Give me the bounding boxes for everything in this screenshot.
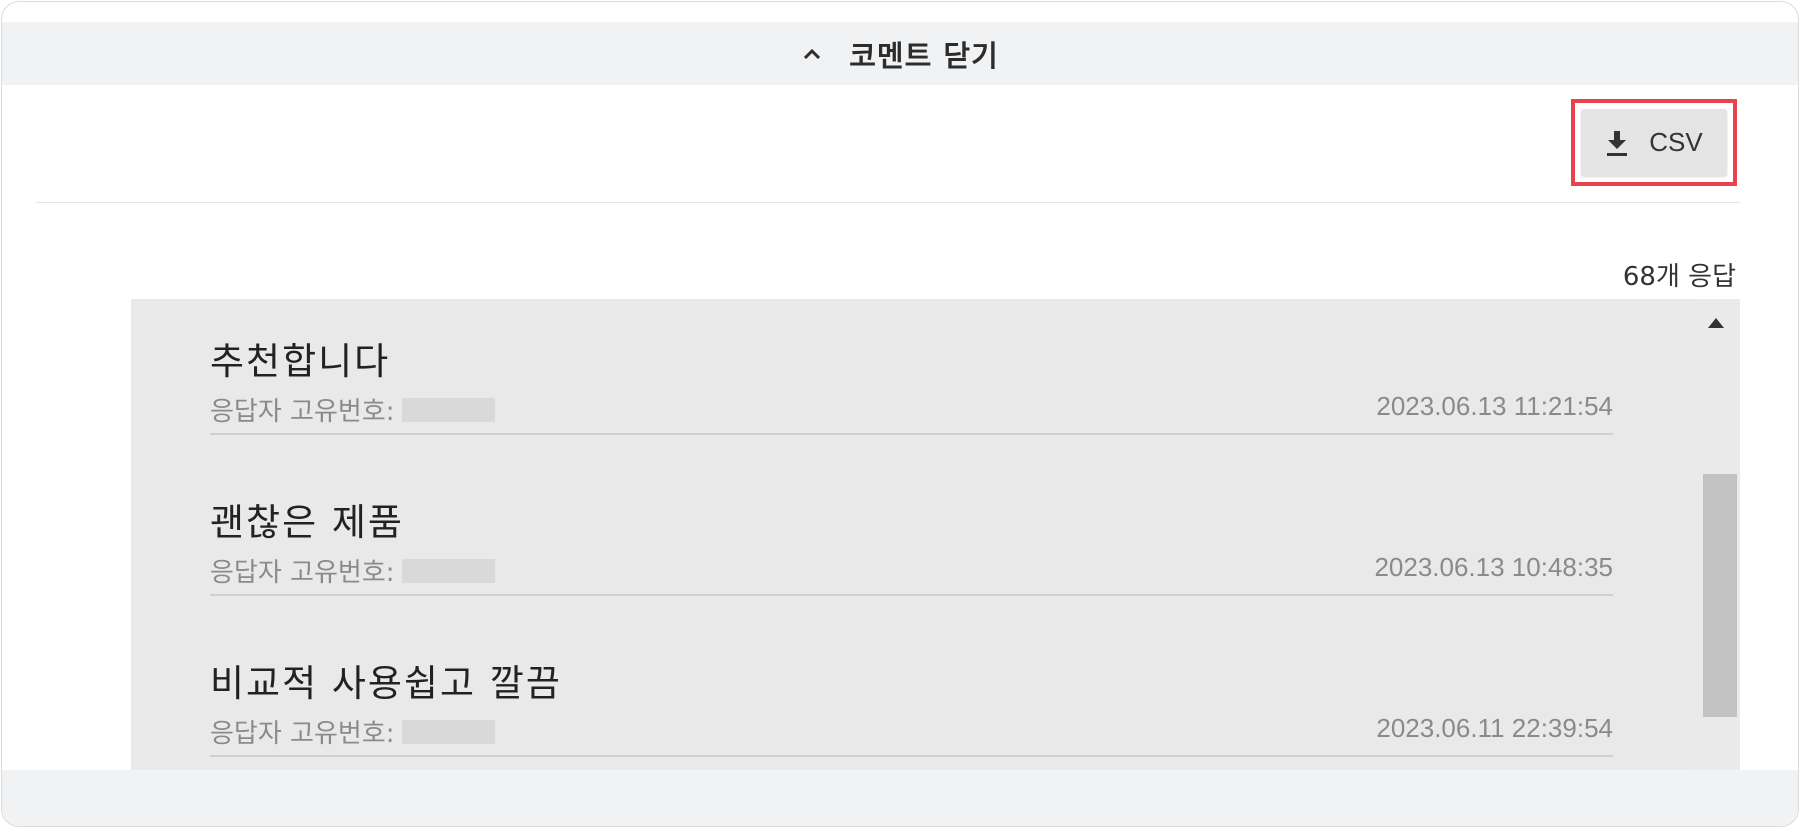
redacted-id [402, 558, 496, 583]
bottom-bar [2, 770, 1798, 826]
toggle-label: 코멘트 닫기 [849, 38, 999, 73]
csv-label: CSV [1649, 127, 1703, 157]
comment-list: 추천합니다 응답자 고유번호: 2023.06.13 11:21:54 괜찮은 … [131, 299, 1740, 770]
respondent-id: 응답자 고유번호: [210, 391, 496, 428]
scroll-up-arrow-icon[interactable] [1706, 315, 1726, 329]
response-count: 68개 응답 [1622, 262, 1736, 292]
comment-timestamp: 2023.06.13 10:48:35 [1374, 552, 1613, 582]
respondent-label: 응답자 고유번호: [210, 397, 395, 427]
comment-text: 비교적 사용쉽고 깔끔 [210, 662, 562, 705]
redacted-id [402, 719, 496, 744]
comment-item: 괜찮은 제품 응답자 고유번호: 2023.06.13 10:48:35 [210, 460, 1613, 596]
comment-text: 괜찮은 제품 [210, 501, 404, 544]
respondent-id: 응답자 고유번호: [210, 713, 496, 750]
redacted-id [402, 397, 496, 422]
download-icon [1605, 129, 1629, 157]
toggle-content: 코멘트 닫기 [801, 33, 999, 75]
vertical-scrollbar[interactable] [1693, 299, 1740, 770]
comment-timestamp: 2023.06.13 11:21:54 [1376, 391, 1613, 421]
comment-item: 추천합니다 응답자 고유번호: 2023.06.13 11:21:54 [210, 299, 1613, 435]
comment-timestamp: 2023.06.11 22:39:54 [1376, 713, 1613, 743]
respondent-label: 응답자 고유번호: [210, 558, 395, 588]
respondent-id: 응답자 고유번호: [210, 552, 496, 589]
comment-panel: 코멘트 닫기 CSV 68개 응답 추천합니다 응답자 고유번호: 2023.0… [1, 1, 1799, 827]
comment-list-content: 추천합니다 응답자 고유번호: 2023.06.13 11:21:54 괜찮은 … [131, 299, 1693, 770]
chevron-up-icon [801, 43, 823, 65]
respondent-label: 응답자 고유번호: [210, 719, 395, 749]
comment-text: 추천합니다 [210, 340, 391, 383]
scrollbar-thumb[interactable] [1703, 474, 1737, 717]
close-comments-toggle[interactable]: 코멘트 닫기 [2, 22, 1798, 85]
divider [36, 202, 1740, 203]
comment-item: 비교적 사용쉽고 깔끔 응답자 고유번호: 2023.06.11 22:39:5… [210, 621, 1613, 757]
csv-download-button[interactable]: CSV [1581, 109, 1727, 176]
